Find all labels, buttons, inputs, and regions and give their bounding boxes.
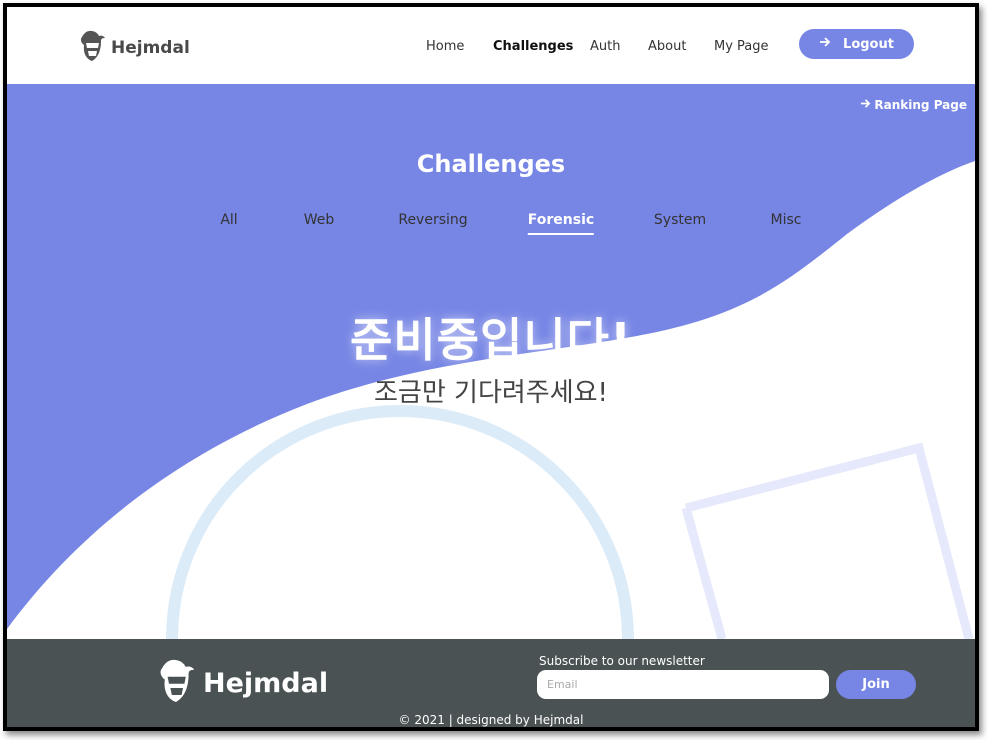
ranking-page-link[interactable]: Ranking Page <box>860 98 967 112</box>
copyright-text: © 2021 | designed by Hejmdal <box>398 713 584 727</box>
browser-frame: Hejmdal Home Challenges Auth About My Pa… <box>3 3 979 731</box>
coming-soon-heading: 준비중입니다! <box>350 313 632 367</box>
nav-my-page[interactable]: My Page <box>714 39 769 54</box>
footer-logo-text: Hejmdal <box>203 667 329 699</box>
tab-system[interactable]: System <box>654 212 706 228</box>
decor-square <box>681 442 974 639</box>
page-title: Challenges <box>416 150 566 178</box>
footer-logo[interactable]: Hejmdal <box>155 657 328 709</box>
header-logo-text: Hejmdal <box>111 38 190 58</box>
tab-reversing[interactable]: Reversing <box>398 212 467 228</box>
knight-helmet-icon <box>77 29 107 67</box>
tab-forensic[interactable]: Forensic <box>527 212 595 235</box>
decor-circle <box>166 405 634 639</box>
header-logo[interactable]: Hejmdal <box>77 29 190 67</box>
logout-button[interactable]: Logout <box>799 29 914 59</box>
tab-all[interactable]: All <box>220 212 237 228</box>
top-navbar: Hejmdal Home Challenges Auth About My Pa… <box>7 7 975 84</box>
tab-misc[interactable]: Misc <box>771 212 802 228</box>
tab-web[interactable]: Web <box>304 212 335 228</box>
coming-soon-subtext: 조금만 기다려주세요! <box>374 378 608 408</box>
join-button[interactable]: Join <box>836 670 916 699</box>
email-input[interactable] <box>537 670 829 699</box>
knight-helmet-icon <box>155 657 197 709</box>
nav-home[interactable]: Home <box>426 39 464 54</box>
newsletter-label: Subscribe to our newsletter <box>539 654 705 668</box>
nav-about[interactable]: About <box>648 39 686 54</box>
footer: Hejmdal Subscribe to our newsletter Join… <box>7 639 975 727</box>
arrow-right-icon <box>819 36 831 52</box>
arrow-right-icon <box>860 98 871 112</box>
nav-auth[interactable]: Auth <box>590 39 620 54</box>
ranking-page-label: Ranking Page <box>874 98 967 112</box>
logout-label: Logout <box>843 36 894 52</box>
nav-challenges[interactable]: Challenges <box>493 39 573 54</box>
hero-section: Ranking Page Challenges All Web Reversin… <box>7 84 975 639</box>
